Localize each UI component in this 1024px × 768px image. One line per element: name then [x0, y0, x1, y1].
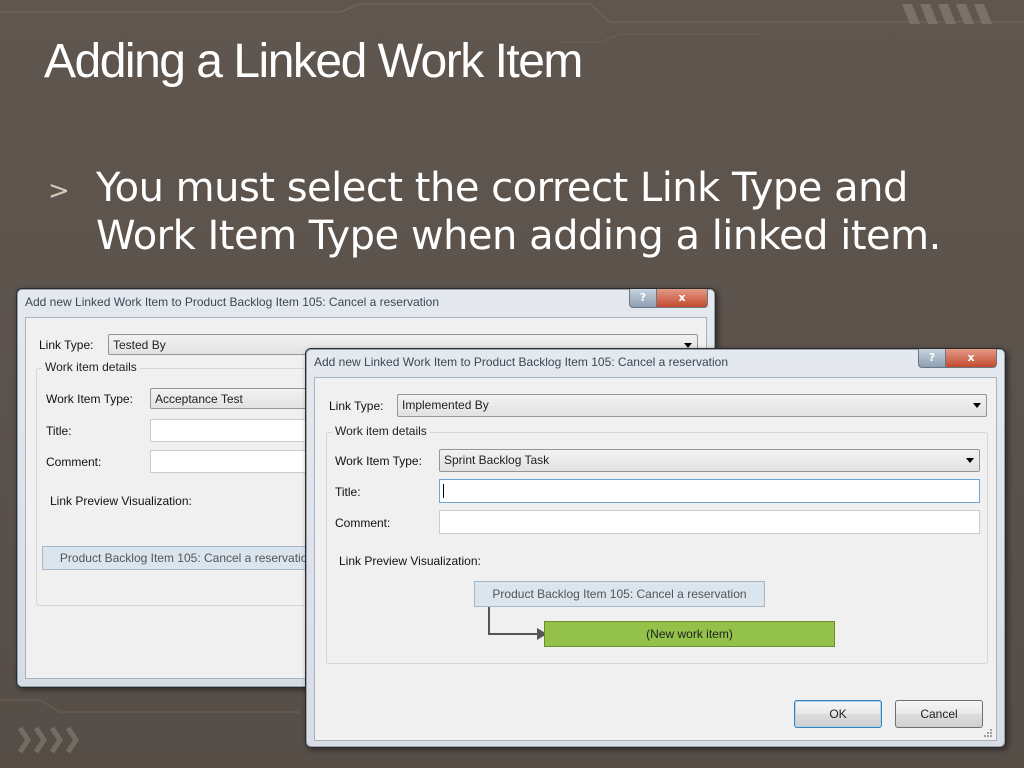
front-dialog-titlebar[interactable]: Add new Linked Work Item to Product Back…: [306, 349, 1005, 375]
bullet-text: You must select the correct Link Type an…: [96, 165, 941, 259]
front-link-type-label: Link Type:: [329, 399, 384, 413]
front-work-item-type-label: Work Item Type:: [335, 454, 422, 468]
back-work-item-type-label: Work Item Type:: [46, 392, 133, 406]
bullet-marker: >: [48, 176, 70, 206]
front-title-field[interactable]: [439, 479, 980, 503]
front-preview-label: Link Preview Visualization:: [339, 554, 481, 568]
back-work-item-type-value: Acceptance Test: [155, 392, 243, 406]
front-dialog: Add new Linked Work Item to Product Back…: [305, 348, 1006, 748]
chevron-down-icon: [966, 458, 974, 463]
cancel-button[interactable]: Cancel: [895, 700, 983, 728]
text-caret: [443, 484, 444, 498]
front-work-item-type-value: Sprint Backlog Task: [444, 453, 550, 467]
front-link-type-value: Implemented By: [402, 398, 489, 412]
front-link-type-select[interactable]: Implemented By: [397, 394, 987, 417]
slide-title: Adding a Linked Work Item: [44, 35, 583, 88]
front-comment-label: Comment:: [335, 516, 391, 530]
back-link-type-value: Tested By: [113, 338, 166, 352]
back-group-caption: Work item details: [42, 360, 140, 374]
front-work-item-type-select[interactable]: Sprint Backlog Task: [439, 449, 980, 472]
back-parent-node: Product Backlog Item 105: Cancel a reser…: [42, 546, 332, 570]
resize-grip-icon[interactable]: [983, 728, 993, 738]
back-close-button[interactable]: x: [656, 289, 708, 308]
chevron-down-icon: [973, 403, 981, 408]
front-dialog-title: Add new Linked Work Item to Product Back…: [314, 355, 728, 369]
front-help-button[interactable]: ?: [918, 349, 946, 368]
front-parent-node: Product Backlog Item 105: Cancel a reser…: [474, 581, 765, 607]
front-close-button[interactable]: x: [945, 349, 997, 368]
back-title-label: Title:: [46, 424, 72, 438]
ok-button[interactable]: OK: [794, 700, 882, 728]
front-title-label: Title:: [335, 485, 361, 499]
front-comment-field[interactable]: [439, 510, 980, 534]
link-arrow: [488, 607, 547, 640]
back-preview-label: Link Preview Visualization:: [50, 494, 192, 508]
back-dialog-titlebar[interactable]: Add new Linked Work Item to Product Back…: [17, 289, 715, 315]
back-link-type-label: Link Type:: [39, 338, 94, 352]
front-group-caption: Work item details: [332, 424, 430, 438]
back-dialog-title: Add new Linked Work Item to Product Back…: [25, 295, 439, 309]
front-dialog-client: Link Type: Implemented By Work item deta…: [314, 377, 997, 741]
back-comment-label: Comment:: [46, 455, 102, 469]
back-help-button[interactable]: ?: [629, 289, 657, 308]
front-new-node: (New work item): [544, 621, 835, 647]
